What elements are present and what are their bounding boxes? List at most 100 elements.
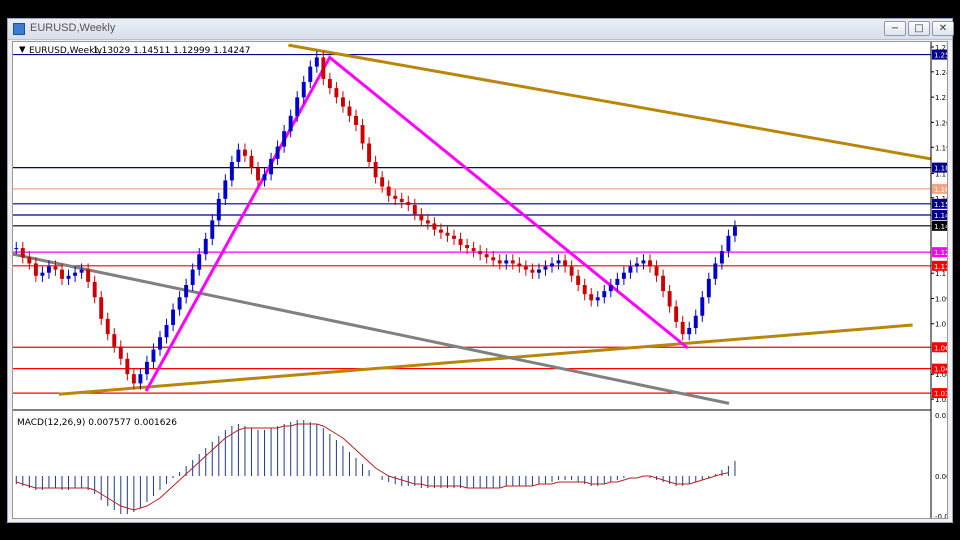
- candle-body: [203, 238, 208, 255]
- candle-body: [706, 278, 711, 298]
- candle-body: [674, 306, 679, 322]
- candle-body: [275, 146, 280, 159]
- chart-area[interactable]: 1.258751.242601.226151.209751.193551.176…: [12, 41, 960, 521]
- candle-body: [249, 155, 254, 169]
- level-tag-text-2: 1.16650: [934, 186, 947, 194]
- candle-body: [151, 349, 156, 362]
- level-tag-text-5: 1.14247: [934, 223, 947, 231]
- candle-body: [726, 235, 731, 252]
- candle-body: [615, 278, 620, 285]
- window-titlebar[interactable]: EURUSD,Weekly − □ ✕: [8, 19, 954, 40]
- menu-arrow-icon[interactable]: ▼: [19, 45, 26, 55]
- candle-body: [33, 263, 38, 276]
- candle-body: [576, 275, 581, 285]
- price-tick-label-3: 1.20975: [935, 119, 947, 127]
- restore-button[interactable]: □: [908, 21, 930, 36]
- price-tick-label-1: 1.24260: [935, 69, 947, 77]
- candle-body: [478, 251, 483, 255]
- candle-body: [700, 297, 705, 316]
- level-tag-text-8: 1.06350: [934, 344, 947, 352]
- window-title: EURUSD,Weekly: [30, 22, 116, 34]
- level-tag-text-4: 1.14948: [934, 212, 947, 220]
- candle-body: [641, 260, 646, 264]
- macd-signal-line: [16, 423, 729, 511]
- candle-body: [654, 266, 659, 276]
- candle-body: [53, 266, 58, 270]
- chart-window: EURUSD,Weekly − □ ✕ 1.258751.242601.2261…: [7, 18, 960, 523]
- candle-body: [282, 131, 287, 147]
- candle-body: [197, 254, 202, 270]
- candle-body: [118, 346, 123, 359]
- candle-body: [112, 334, 117, 347]
- level-tag-text-6: 1.12534: [934, 249, 947, 257]
- candle-body: [295, 97, 300, 116]
- candle-body: [340, 97, 345, 107]
- trendline-gray-channel[interactable]: [12, 252, 730, 405]
- candle-body: [556, 260, 561, 264]
- price-tick-label-9: 1.07880: [935, 321, 947, 329]
- candle-body: [327, 78, 332, 89]
- trendline-gold-lower[interactable]: [58, 323, 913, 396]
- level-tag-text-0: 1.25382: [934, 52, 947, 60]
- candle-body: [517, 263, 522, 267]
- macd-tick-label-1: 0.00: [935, 473, 947, 481]
- candle-body: [550, 263, 554, 267]
- candle-body: [177, 297, 182, 310]
- minimize-button[interactable]: −: [884, 21, 906, 36]
- macd-tick-label-2: -0.019999: [935, 513, 947, 518]
- candle-body: [138, 374, 143, 384]
- candle-body: [582, 284, 587, 295]
- candle-body: [99, 297, 104, 319]
- macd-axis: 0.030419 0.00 -0.019999: [935, 412, 960, 521]
- candle-body: [321, 57, 326, 79]
- candle-body: [20, 248, 25, 258]
- level-tag-text-1: 1.18032: [934, 165, 947, 173]
- candle-body: [131, 374, 136, 384]
- candle-body: [523, 266, 528, 270]
- macd-tick-label-0: 0.030419: [935, 412, 947, 420]
- candle-body: [595, 297, 600, 301]
- candle-body: [634, 263, 639, 267]
- price-pane[interactable]: 1.258751.242601.226151.209751.193551.176…: [12, 43, 960, 405]
- candle-body: [125, 358, 130, 375]
- candle-body: [360, 125, 365, 144]
- candle-body: [288, 115, 293, 132]
- price-tick-label-4: 1.19355: [935, 144, 947, 152]
- candle-body: [693, 315, 698, 329]
- candle-body: [27, 257, 32, 264]
- candle-body: [40, 272, 45, 276]
- chart-svg[interactable]: 1.258751.242601.226151.209751.193551.176…: [12, 42, 960, 521]
- candle-body: [347, 106, 352, 116]
- close-button[interactable]: ✕: [932, 21, 954, 36]
- candle-body: [86, 269, 91, 282]
- level-tag-text-3: 1.15678: [934, 201, 947, 209]
- chart-window-icon: [13, 23, 25, 35]
- candle-body: [73, 272, 78, 276]
- macd-label: MACD(12,26,9) 0.007577 0.001626: [17, 418, 177, 428]
- candle-body: [563, 260, 568, 267]
- candle-body: [256, 168, 260, 181]
- candle-body: [373, 161, 378, 178]
- candle-body: [687, 328, 692, 335]
- candle-body: [380, 177, 385, 187]
- level-tag-text-7: 1.11645: [934, 263, 947, 271]
- candle-body: [465, 244, 470, 249]
- trendline-magenta-zigzag[interactable]: [144, 55, 689, 392]
- candle-body: [621, 272, 626, 279]
- candle-body: [79, 269, 84, 273]
- candle-body: [497, 260, 502, 264]
- candle-body: [229, 161, 234, 181]
- candle-body: [510, 260, 515, 264]
- candle-body: [92, 281, 97, 298]
- candle-body: [471, 248, 476, 252]
- candle-body: [216, 198, 221, 221]
- candle-body: [262, 174, 267, 181]
- candle-body: [301, 81, 306, 98]
- candle-body: [46, 266, 51, 273]
- candle-body: [484, 254, 489, 258]
- candle-body: [334, 88, 339, 98]
- macd-pane[interactable]: 0.030419 0.00 -0.019999: [15, 412, 960, 521]
- candle-body: [504, 260, 509, 264]
- candle-body: [14, 248, 19, 250]
- candle-body: [602, 291, 607, 298]
